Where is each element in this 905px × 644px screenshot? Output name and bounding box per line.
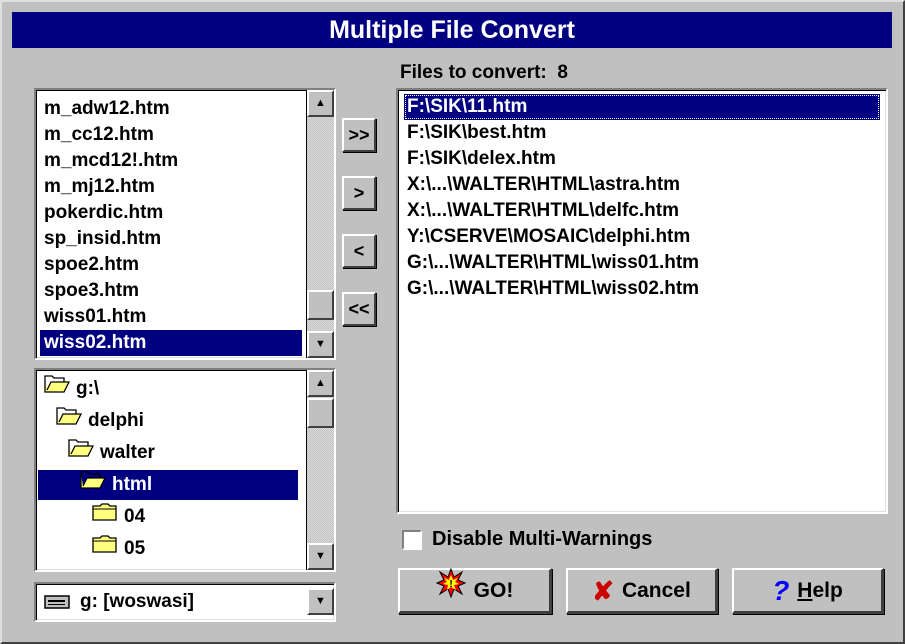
drive-value: g: [woswasi]: [80, 591, 195, 612]
directory-item[interactable]: html: [38, 470, 298, 500]
disable-multi-warnings-checkbox[interactable]: [402, 530, 422, 550]
source-file-item[interactable]: spoe3.htm: [40, 278, 302, 304]
scroll-up-button[interactable]: ▲: [307, 90, 334, 117]
directory-label: html: [112, 474, 153, 496]
disable-multi-warnings-label: Disable Multi-Warnings: [432, 528, 653, 550]
remove-button[interactable]: <: [342, 234, 376, 268]
folder-open-icon: [56, 406, 83, 436]
directory-item[interactable]: 05: [88, 534, 151, 564]
source-file-item[interactable]: wiss02.htm: [40, 330, 302, 356]
svg-text:!: !: [449, 579, 452, 590]
remove-all-button[interactable]: <<: [342, 292, 376, 326]
dialog-window: Multiple File Convert Files to convert: …: [0, 0, 905, 644]
source-file-item[interactable]: m_mj12.htm: [40, 174, 302, 200]
scroll-down-button[interactable]: ▼: [307, 331, 334, 358]
help-icon: ?: [772, 574, 790, 606]
source-file-item[interactable]: spoe2.htm: [40, 252, 302, 278]
burst-icon: !: [435, 567, 466, 613]
scroll-thumb[interactable]: [307, 290, 334, 320]
directory-item[interactable]: delphi: [52, 406, 150, 436]
source-file-item[interactable]: pokerdic.htm: [40, 200, 302, 226]
source-file-item[interactable]: wiss01.htm: [40, 304, 302, 330]
scroll-down-button[interactable]: ▼: [307, 543, 334, 570]
source-file-item[interactable]: m_adw12.htm: [40, 96, 302, 122]
source-file-list[interactable]: m_adw12.htm m_cc12.htm m_mcd12!.htm m_mj12.…: [34, 88, 336, 360]
cancel-button[interactable]: ✘ Cancel: [566, 568, 718, 614]
add-button[interactable]: >: [342, 176, 376, 210]
file-to-convert-item[interactable]: X:\...\WALTER\HTML\astra.htm: [404, 172, 683, 198]
file-to-convert-item[interactable]: F:\SIK\delex.htm: [404, 146, 559, 172]
tree-scrollbar[interactable]: ▲ ▼: [306, 370, 334, 570]
title-bar: Multiple File Convert: [12, 12, 892, 48]
directory-tree[interactable]: g:\ delphi walter html 04 05 ▲ ▼: [34, 368, 336, 572]
source-file-item[interactable]: m_mcd12!.htm: [40, 148, 302, 174]
go-label: GO!: [473, 578, 514, 602]
directory-label: g:\: [76, 378, 100, 400]
scroll-up-button[interactable]: ▲: [307, 370, 334, 397]
files-to-convert-label: Files to convert: 8: [400, 62, 568, 83]
drive-select[interactable]: g: [woswasi] ▼: [34, 582, 336, 622]
file-to-convert-item[interactable]: X:\...\WALTER\HTML\delfc.htm: [404, 198, 682, 224]
go-button[interactable]: ! GO!: [398, 567, 552, 614]
directory-label: 05: [124, 538, 146, 560]
file-to-convert-item[interactable]: G:\...\WALTER\HTML\wiss02.htm: [404, 276, 702, 302]
cancel-label: Cancel: [621, 578, 691, 602]
files-count: 8: [557, 62, 568, 83]
directory-item[interactable]: 04: [88, 502, 151, 532]
source-list-scrollbar[interactable]: ▲ ▼: [306, 90, 334, 358]
help-label: Help: [797, 578, 843, 602]
source-file-item[interactable]: m_cc12.htm: [40, 122, 302, 148]
file-to-convert-item[interactable]: G:\...\WALTER\HTML\wiss01.htm: [404, 250, 702, 276]
directory-label: delphi: [88, 410, 144, 432]
files-to-convert-list[interactable]: F:\SIK\11.htm F:\SIK\best.htm F:\SIK\delex…: [396, 88, 888, 514]
directory-label: 04: [124, 506, 146, 528]
drive-icon: [44, 594, 70, 615]
folder-open-icon: [80, 470, 107, 500]
dropdown-arrow-icon[interactable]: ▼: [307, 588, 334, 615]
file-to-convert-item[interactable]: F:\SIK\11.htm: [404, 94, 880, 120]
help-button[interactable]: ? Help: [732, 568, 884, 614]
scroll-thumb[interactable]: [307, 398, 334, 428]
folder-open-icon: [68, 438, 95, 468]
folder-closed-icon: [92, 534, 118, 564]
source-file-item[interactable]: sp_insid.htm: [40, 226, 302, 252]
directory-label: walter: [100, 442, 155, 464]
file-to-convert-item[interactable]: F:\SIK\best.htm: [404, 120, 549, 146]
add-all-button[interactable]: >>: [342, 118, 376, 152]
directory-item[interactable]: walter: [64, 438, 161, 468]
folder-open-icon: [44, 374, 71, 404]
folder-closed-icon: [92, 502, 118, 532]
close-icon: ✘: [592, 575, 614, 606]
file-to-convert-item[interactable]: Y:\CSERVE\MOSAIC\delphi.htm: [404, 224, 693, 250]
directory-item[interactable]: g:\: [40, 374, 105, 404]
